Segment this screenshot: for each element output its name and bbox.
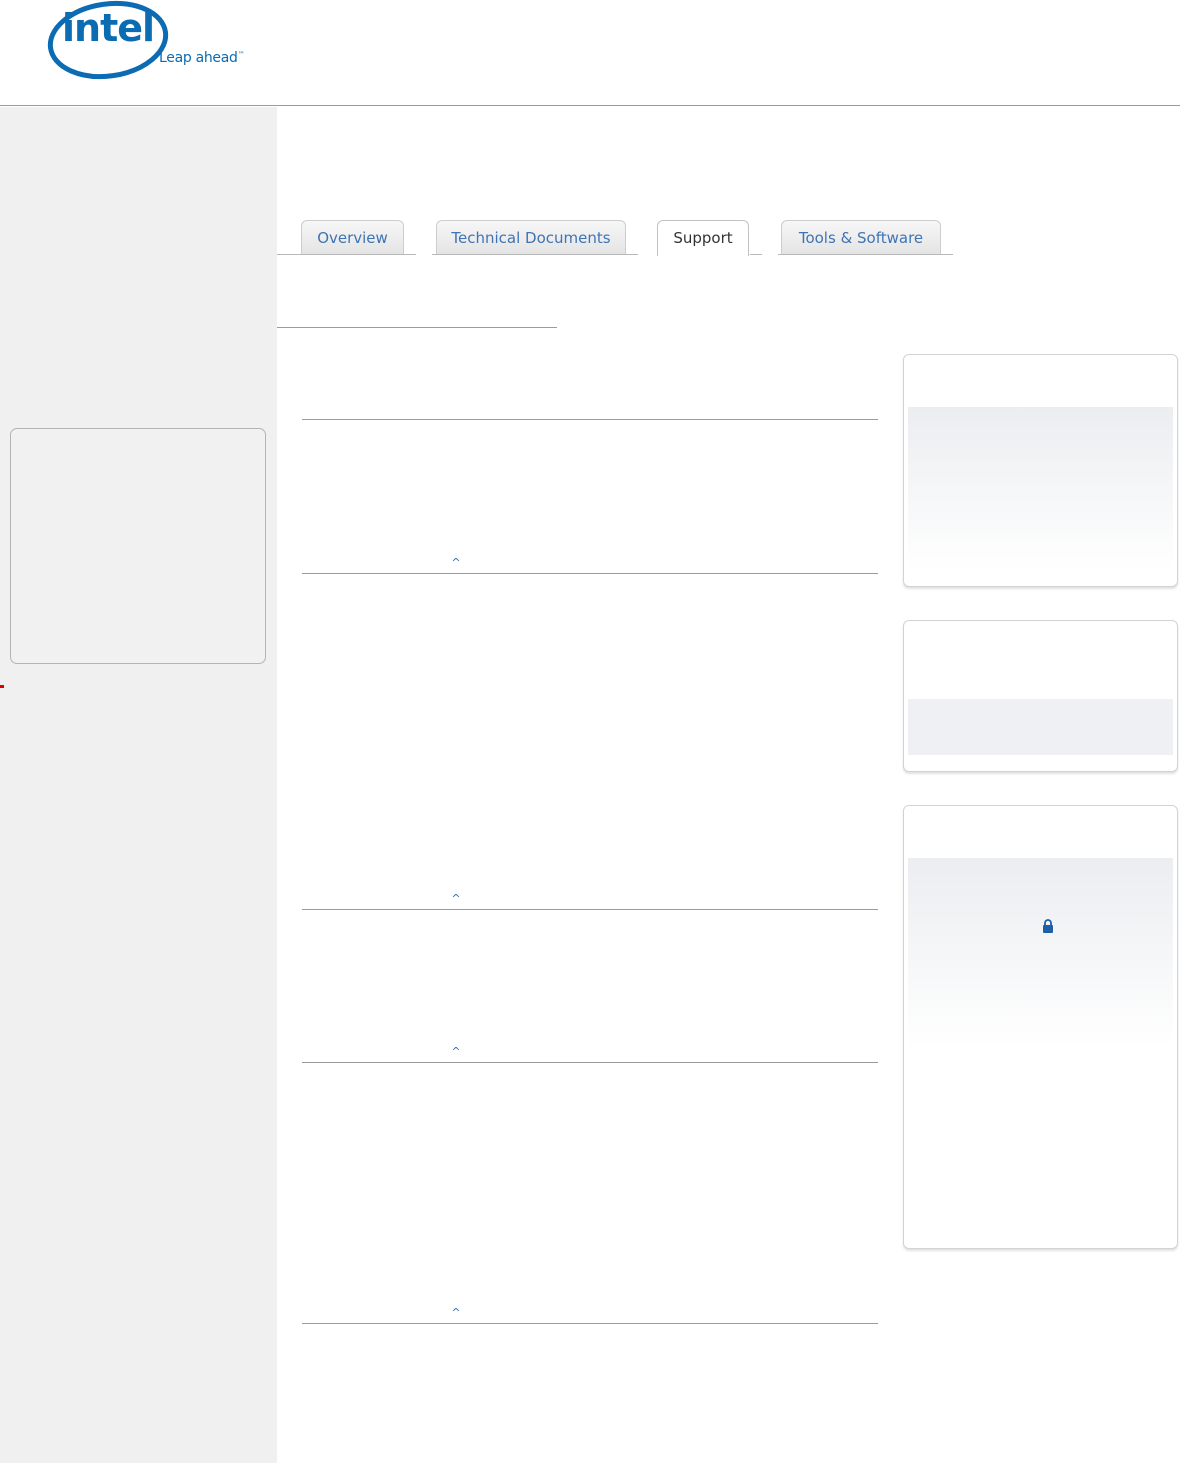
tab-baseline	[750, 254, 762, 255]
lock-icon[interactable]	[1042, 919, 1054, 933]
right-panel-3	[903, 805, 1178, 1249]
panel-band	[908, 858, 1173, 1048]
content-divider	[302, 1323, 878, 1324]
logo-tagline: Leap ahead™	[159, 50, 245, 66]
back-to-top-link[interactable]: ^	[449, 557, 463, 568]
content-divider	[302, 909, 878, 910]
content-divider	[302, 1062, 878, 1063]
right-panel-1	[903, 354, 1178, 587]
page-header: intel Leap ahead™	[0, 0, 1180, 106]
back-to-top-link[interactable]: ^	[449, 1046, 463, 1057]
tab-technical-documents[interactable]: Technical Documents	[436, 220, 626, 254]
tab-label: Technical Documents	[451, 229, 611, 247]
content-divider	[302, 573, 878, 574]
tab-tools-software[interactable]: Tools & Software	[781, 220, 941, 254]
back-to-top-link[interactable]: ^	[449, 1307, 463, 1318]
panel-band	[908, 699, 1173, 755]
panel-band	[908, 407, 1173, 572]
tab-label: Overview	[317, 229, 388, 247]
back-to-top-link[interactable]: ^	[449, 893, 463, 904]
content-divider	[302, 419, 878, 420]
section-divider	[277, 327, 557, 328]
right-panel-2	[903, 620, 1178, 772]
logo-wordmark: intel	[62, 6, 155, 50]
sidebar-panel	[10, 428, 266, 664]
tab-label: Support	[673, 229, 733, 247]
tab-label: Tools & Software	[798, 229, 924, 247]
intel-logo[interactable]: intel Leap ahead™	[46, 0, 256, 84]
red-marker	[0, 685, 4, 688]
tab-support[interactable]: Support	[657, 220, 749, 256]
left-sidebar	[0, 107, 277, 1463]
tab-overview[interactable]: Overview	[301, 220, 404, 254]
header-divider	[0, 105, 1180, 106]
